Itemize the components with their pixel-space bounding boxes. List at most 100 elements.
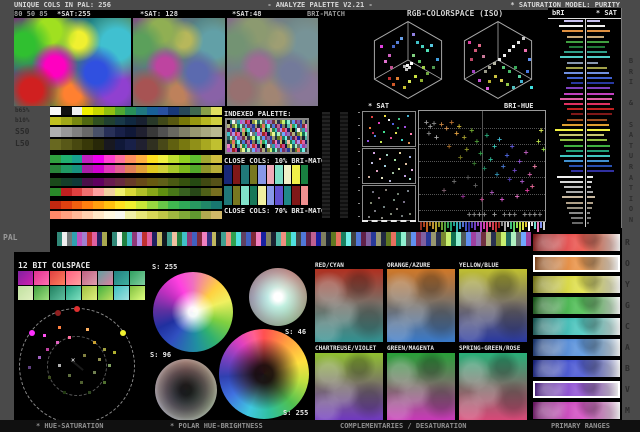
scatter-dot [386, 154, 389, 157]
close-col-block [232, 165, 240, 184]
bar-label-b65%: b65% [15, 107, 30, 114]
sat-bar [586, 71, 609, 74]
bri-bar [565, 66, 583, 69]
close-col-block [224, 186, 232, 205]
desaturation-overlay [227, 18, 318, 106]
bar-segment [200, 139, 212, 150]
hue-point: + [492, 142, 497, 151]
blob-texture [315, 269, 383, 342]
bar-segment [189, 188, 201, 196]
scatter-dot [372, 191, 375, 194]
bar-segment [211, 188, 222, 196]
hue-point: + [458, 153, 463, 162]
blob-texture [533, 297, 620, 314]
sat-bar [586, 160, 609, 163]
complementary-label: RED/CYAN [315, 262, 344, 269]
hue-point: + [537, 210, 543, 220]
histogram-tick [423, 222, 425, 227]
bar-segment [179, 178, 190, 186]
colspace12-tile [18, 286, 33, 300]
bar-segment [146, 188, 158, 196]
colspace12-tile [82, 271, 97, 285]
histogram-tick [477, 222, 479, 226]
scatter-dot [408, 213, 411, 216]
bar-segment [211, 178, 222, 186]
bar-segment [136, 155, 147, 163]
complementary-panel [387, 353, 455, 420]
scatter-dot [396, 208, 399, 211]
bar-segment [211, 117, 222, 125]
scatter-dot [387, 119, 390, 122]
bar-segment [179, 201, 190, 209]
bar-segment [103, 139, 115, 150]
blob-texture [533, 276, 620, 293]
colspace12-tile [50, 286, 65, 300]
histogram-tick [543, 222, 545, 230]
scatter-dot [382, 205, 385, 208]
palette-cell[interactable] [304, 148, 307, 152]
palette-bar [50, 188, 222, 196]
sat-bar [586, 139, 607, 142]
colspace12-tile [130, 271, 145, 285]
colorspace-dot [396, 77, 399, 81]
bar-segment [189, 211, 201, 219]
sat-bar [586, 77, 612, 80]
rim-dot [120, 330, 126, 336]
bar-segment [157, 201, 169, 209]
primary-range-strip-R [533, 234, 620, 251]
hue-saturation-circle: ✕ [17, 306, 137, 426]
bar-segment [71, 127, 83, 137]
bar-segment [82, 178, 93, 186]
bri-bar [568, 165, 583, 168]
histogram-tick [489, 222, 491, 227]
bri-bar [565, 149, 583, 152]
palette-bar [50, 211, 222, 219]
hue-point: + [532, 161, 538, 171]
polar-label-1: S: 255 [152, 263, 178, 271]
histogram-tick [504, 222, 506, 231]
palette-bar [50, 201, 222, 209]
palette-strip[interactable] [52, 232, 531, 246]
bar-segment [179, 188, 190, 196]
bri-bar [567, 118, 583, 121]
stats-label: 80 50 85 [14, 10, 48, 18]
colorspace-dot [420, 78, 423, 82]
colorspace-dot [528, 57, 532, 61]
bar-segment [157, 211, 169, 219]
sat-bar [586, 25, 606, 28]
hue-sat-dot [93, 341, 96, 344]
complementary-label: ORANGE/AZURE [387, 262, 431, 269]
bri-bar [563, 71, 583, 74]
histogram-tick [429, 222, 431, 226]
primary-range-letter-V: V [625, 385, 630, 394]
bar-segment [103, 165, 115, 173]
colorspace-dot [507, 70, 511, 74]
bar-segment [93, 127, 104, 137]
sat-bar [586, 165, 612, 168]
hue-point: + [529, 181, 535, 191]
histogram-tick [513, 222, 515, 232]
complementary-panel [387, 269, 455, 342]
scatter-dot [407, 115, 410, 118]
sat-bar [586, 118, 607, 121]
pal-strip-cell[interactable] [525, 232, 531, 246]
hue-sat-dot [108, 364, 111, 367]
bar-segment [189, 201, 201, 209]
bar-segment [168, 107, 179, 115]
bar-segment [211, 127, 222, 137]
match-column-a [322, 112, 330, 218]
histogram-tick [498, 222, 500, 228]
primary-range-letter-G: G [625, 301, 630, 310]
scatter-dot [407, 190, 410, 193]
bar-segment [146, 178, 158, 186]
bar-segment [50, 188, 61, 196]
colorspace-dot [478, 43, 481, 47]
sat-bar [586, 82, 614, 85]
primary-range-strip-Y [533, 276, 620, 293]
histogram-tick [525, 222, 527, 227]
colspace12-tile [98, 271, 113, 285]
histogram-tick [540, 222, 542, 228]
bar-segment [136, 178, 147, 186]
hue-point: + [478, 148, 484, 158]
indexed-palette-grid[interactable] [227, 120, 307, 152]
